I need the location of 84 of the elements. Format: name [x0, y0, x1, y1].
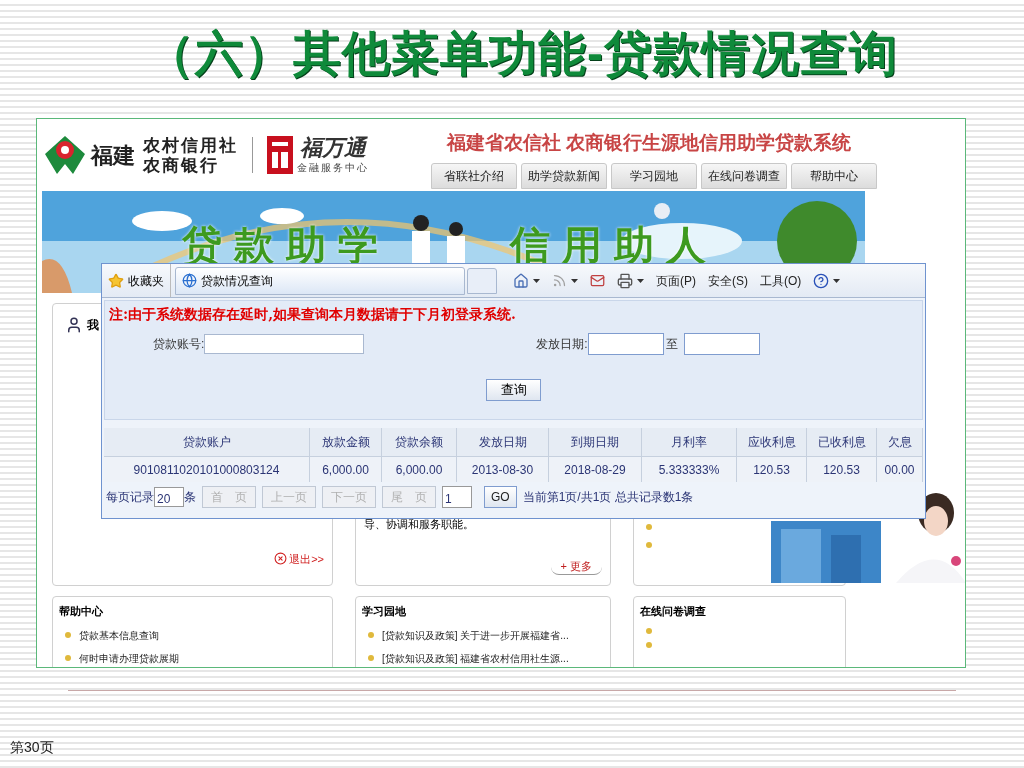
panel-title: 帮助中心	[59, 604, 104, 619]
table-cell: 2013-08-30	[457, 456, 549, 482]
bullet-icon	[368, 655, 374, 661]
more-button[interactable]: + 更多	[550, 557, 602, 575]
notice-text: 注:由于系统数据存在延时,如果查询本月数据请于下月初登录系统.	[108, 305, 517, 324]
go-button[interactable]: GO	[484, 486, 517, 508]
logo-text: 农商银行	[143, 155, 220, 175]
favorites-button[interactable]: 收藏夹	[102, 264, 171, 297]
account-field[interactable]	[204, 334, 365, 354]
panel-link[interactable]: 何时申请办理贷款展期	[79, 650, 179, 666]
date-field[interactable]	[683, 333, 760, 355]
column-header: 欠息	[877, 428, 923, 456]
date-field[interactable]	[587, 333, 664, 355]
nav-tab[interactable]: 助学贷款新闻	[521, 163, 607, 189]
column-header: 发放日期	[457, 428, 549, 456]
column-header: 已收利息	[807, 428, 877, 456]
page-number: 第30页	[10, 738, 55, 757]
logo-name: 福建	[91, 140, 135, 170]
bullet-icon	[65, 655, 71, 661]
page-size-field[interactable]: 20	[154, 487, 184, 507]
field-label: 至	[665, 336, 678, 353]
browser-tab[interactable]: 贷款情况查询	[175, 266, 465, 295]
column-header: 到期日期	[549, 428, 642, 456]
table-cell: 6,000.00	[310, 456, 382, 482]
star-icon	[108, 272, 124, 289]
query-button[interactable]: 查询	[486, 379, 541, 401]
banner-slogan: 信用助人	[510, 222, 718, 269]
column-header: 应收利息	[737, 428, 807, 456]
user-icon	[65, 316, 83, 334]
brand-name: 福万通	[300, 135, 366, 160]
caret-icon[interactable]	[833, 278, 841, 283]
pager-summary: 当前第1页/共1页 总共记录数1条	[522, 489, 694, 506]
panel-link[interactable]: [贷款知识及政策] 关于进一步开展福建省...	[382, 627, 569, 643]
field-label: 贷款账号:	[153, 336, 205, 353]
mail-icon[interactable]	[590, 273, 605, 288]
bullet-icon	[646, 524, 652, 530]
bullet-icon	[65, 632, 71, 638]
column-header: 放款金额	[310, 428, 382, 456]
printer-icon[interactable]	[617, 272, 633, 289]
pager-label: 条	[184, 489, 196, 506]
table-cell: 00.00	[877, 456, 923, 482]
field-label: 发放日期:	[536, 336, 588, 353]
caret-icon[interactable]	[637, 278, 644, 283]
bullet-icon	[646, 627, 652, 634]
toolbar-menu[interactable]: 页面(P)	[656, 271, 696, 290]
bullet-icon	[646, 542, 652, 548]
brand-tagline: 金融服务中心	[297, 160, 369, 175]
close-icon[interactable]	[274, 552, 288, 566]
bullet-icon	[646, 641, 652, 648]
caret-icon[interactable]	[571, 278, 578, 283]
column-header: 月利率	[642, 428, 737, 456]
brand-icon	[267, 136, 293, 174]
nav-tab[interactable]: 省联社介绍	[431, 163, 517, 189]
page-field[interactable]: 1	[442, 486, 472, 508]
toolbar-menu[interactable]: 安全(S)	[708, 271, 748, 290]
logo-icon	[43, 134, 87, 176]
caret-icon[interactable]	[533, 278, 540, 283]
bullet-icon	[368, 632, 374, 638]
toolbar-menu[interactable]: 工具(O)	[760, 271, 802, 290]
panel-link[interactable]: [贷款知识及政策] 福建省农村信用社生源...	[382, 650, 569, 666]
table-cell: 2018-08-29	[549, 456, 642, 482]
site-title: 福建省农信社 农商银行生源地信用助学贷款系统	[445, 131, 853, 155]
browser-icon	[182, 273, 197, 288]
panel-title: 在线问卷调查	[640, 604, 707, 619]
home-icon[interactable]	[513, 272, 529, 289]
panel-title: 我	[87, 317, 99, 334]
table-cell: 120.53	[737, 456, 807, 482]
panel-link[interactable]: 贷款基本信息查询	[79, 627, 159, 643]
table-cell: 120.53	[807, 456, 877, 482]
slide-title: （六）其他菜单功能-贷款情况查询	[146, 26, 898, 82]
logout-link[interactable]: 退出>>	[289, 550, 324, 567]
table-cell: 5.333333%	[642, 456, 737, 482]
panel-text: 导、协调和服务职能。	[364, 517, 475, 532]
help-icon[interactable]	[813, 272, 830, 289]
nav-tab[interactable]: 在线问卷调查	[701, 163, 787, 189]
logo-text: 农村信用社	[143, 135, 238, 155]
nav-tab[interactable]: 帮助中心	[791, 163, 877, 189]
column-header: 贷款账户	[104, 428, 310, 456]
table-cell: 6,000.00	[382, 456, 457, 482]
panel-title: 学习园地	[362, 604, 407, 619]
column-header: 贷款余额	[382, 428, 457, 456]
pager-label: 每页记录	[106, 489, 154, 506]
nav-tab[interactable]: 学习园地	[611, 163, 697, 189]
table-cell: 9010811020101000803124	[104, 456, 310, 482]
